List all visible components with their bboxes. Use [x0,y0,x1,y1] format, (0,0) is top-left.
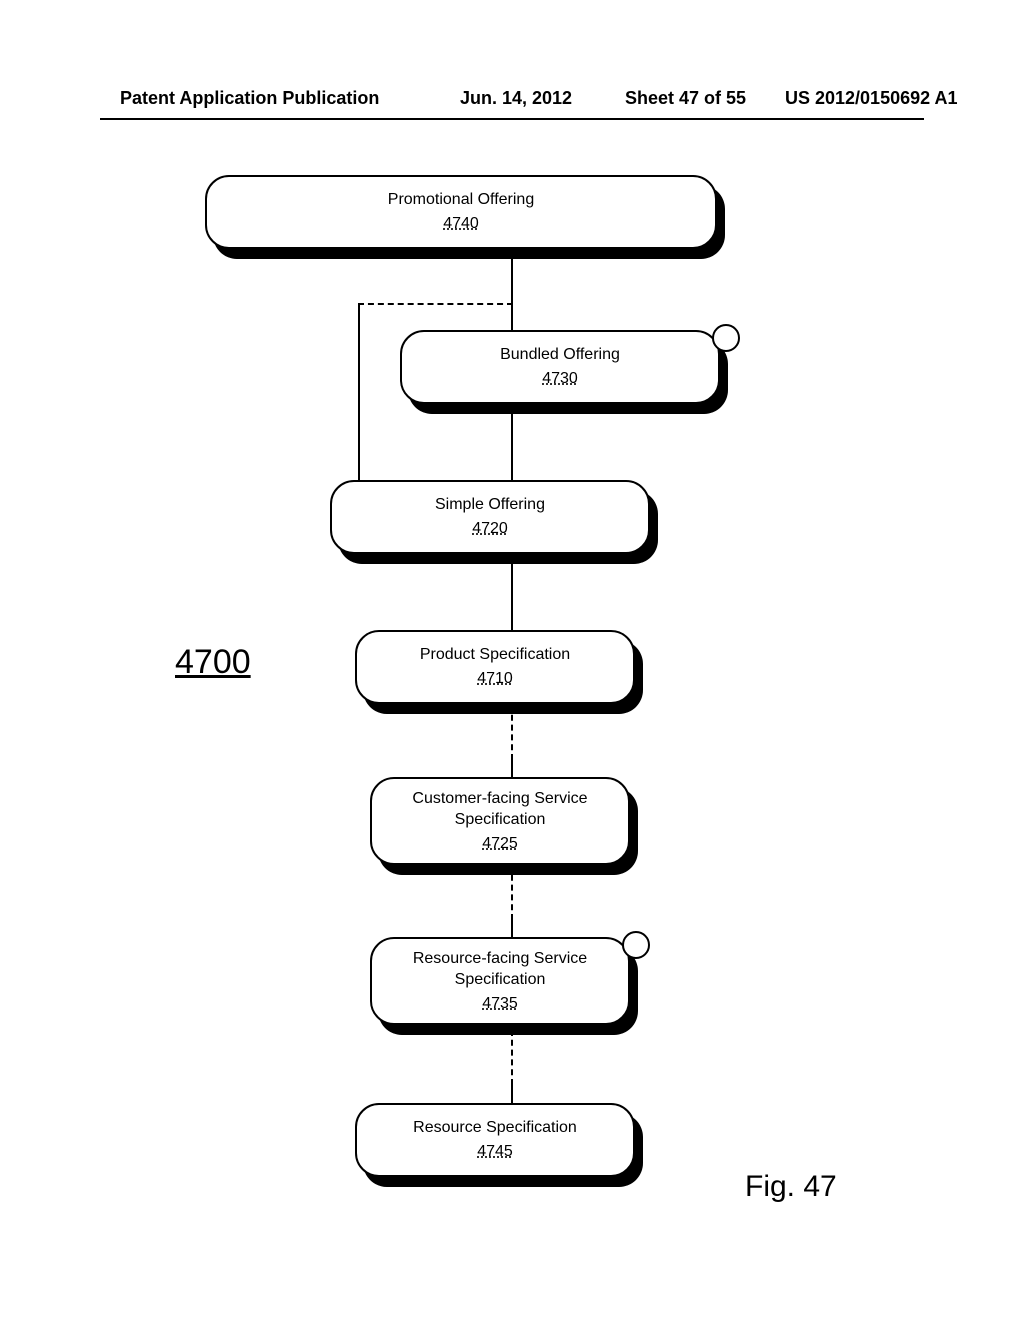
box-bundled-offering: Bundled Offering 4730 [400,330,740,412]
box-customer-facing-spec: Customer-facing Service Specification 47… [370,777,646,873]
figure-diagram: Promotional Offering 4740 Bundled Offeri… [0,165,1024,1265]
connector [358,303,360,483]
box-promotional-offering: Promotional Offering 4740 [205,175,725,255]
figure-ref-number: 4700 [175,643,251,682]
header-publication: Patent Application Publication [120,88,379,109]
box-title: Product Specification [420,644,570,666]
connector [511,1085,513,1105]
box-title: Promotional Offering [388,189,534,211]
box-product-spec: Product Specification 4710 [355,630,651,712]
box-ref: 4735 [482,993,518,1015]
self-loop-icon [712,324,740,352]
header-docnum: US 2012/0150692 A1 [785,88,957,109]
box-ref: 4710 [477,668,513,690]
connector [511,303,513,333]
connector-dashed [358,303,513,305]
connector-dashed [511,1030,513,1085]
connector [511,405,513,483]
box-ref: 4745 [477,1141,513,1163]
connector [511,555,513,630]
box-title: Simple Offering [435,494,545,516]
box-resource-facing-spec: Resource-facing Service Specification 47… [370,937,660,1033]
box-simple-offering: Simple Offering 4720 [330,480,666,562]
box-title: Customer-facing Service Specification [382,788,618,831]
header-sheet: Sheet 47 of 55 [625,88,746,109]
box-resource-spec: Resource Specification 4745 [355,1103,651,1185]
figure-label: Fig. 47 [745,1170,837,1204]
box-ref: 4730 [542,368,578,390]
header-rule [100,118,924,120]
box-ref: 4725 [482,833,518,855]
box-title: Resource-facing Service Specification [382,948,618,991]
box-title: Bundled Offering [500,344,620,366]
header-date: Jun. 14, 2012 [460,88,572,109]
box-ref: 4740 [443,213,479,235]
self-loop-icon [622,931,650,959]
box-title: Resource Specification [413,1117,577,1139]
box-ref: 4720 [472,518,508,540]
